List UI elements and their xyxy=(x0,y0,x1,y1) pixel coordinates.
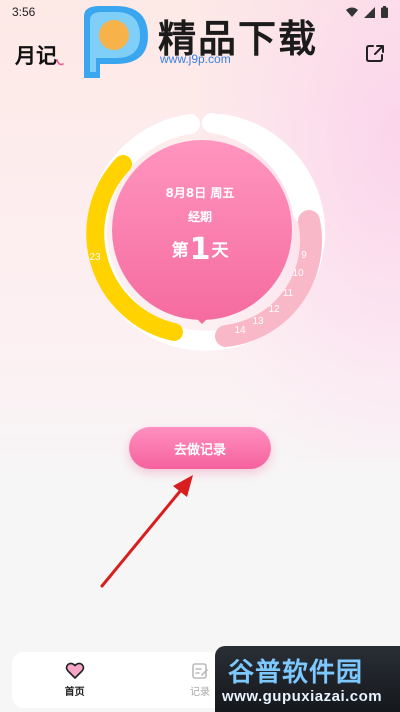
ring-label: 13 xyxy=(252,316,264,327)
cycle-day-suffix: 天 xyxy=(211,241,229,261)
ring-label: 23 xyxy=(89,252,101,263)
watermark-bottom-title: 谷普软件园 xyxy=(228,658,364,688)
cycle-day: 第1天 xyxy=(130,232,270,267)
edit-note-icon xyxy=(192,663,208,679)
ring-label: 10 xyxy=(292,268,304,279)
cycle-day-prefix: 第 xyxy=(171,241,189,261)
nav-item-home[interactable]: 首页 xyxy=(35,662,115,698)
heart-icon xyxy=(65,662,84,679)
nav-label-record: 记录 xyxy=(189,687,210,698)
ring-label: 12 xyxy=(268,304,280,315)
record-button[interactable]: 去做记录 xyxy=(129,427,271,469)
ring-label: 14 xyxy=(234,325,246,336)
cycle-day-number: 1 xyxy=(189,232,211,267)
center-disc xyxy=(112,140,292,320)
nav-label-home: 首页 xyxy=(64,687,85,698)
ring-label: 11 xyxy=(283,288,294,299)
cycle-phase: 经期 xyxy=(187,210,212,224)
ring-label: 9 xyxy=(301,250,307,261)
cycle-date: 8月8日 周五 xyxy=(165,186,235,200)
center-pointer xyxy=(194,316,210,324)
watermark-bottom-url: www.gupuxiazai.com xyxy=(222,688,383,705)
